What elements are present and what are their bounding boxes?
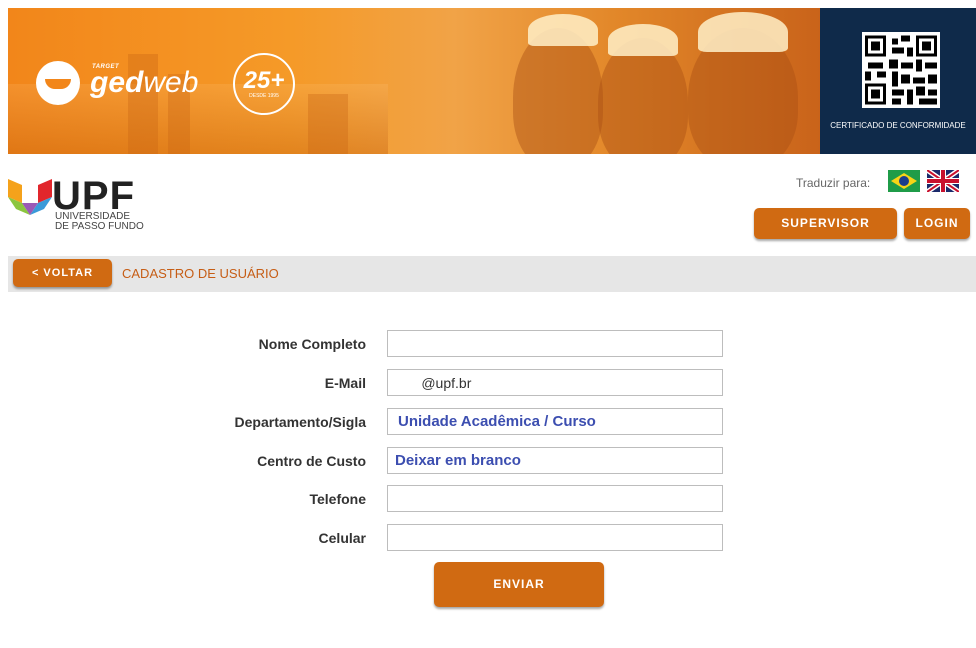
organization-subtitle-line2: DE PASSO FUNDO	[55, 221, 144, 232]
full-name-input[interactable]	[387, 330, 723, 357]
certificate-label: CERTIFICADO DE CONFORMIDADE	[830, 121, 966, 130]
certificate-panel[interactable]: CERTIFICADO DE CONFORMIDADE	[820, 8, 976, 154]
anniversary-seal: 25+ DESDE 1995	[233, 53, 295, 115]
email-label: E-Mail	[324, 375, 366, 391]
qr-code-icon[interactable]	[862, 32, 940, 108]
gedweb-logo-text: gedweb	[90, 66, 198, 100]
brazil-flag-icon[interactable]	[888, 170, 920, 192]
worker-image	[513, 28, 603, 154]
hardhat-shape	[608, 24, 678, 56]
hardhat-shape	[528, 14, 598, 46]
department-input[interactable]	[387, 408, 723, 435]
supervisor-button[interactable]: SUPERVISOR	[754, 208, 897, 239]
mobile-label: Celular	[318, 530, 366, 546]
brazil-flag-graphic	[888, 170, 920, 192]
cost-center-input[interactable]	[387, 447, 723, 474]
phone-label: Telefone	[309, 491, 366, 507]
uk-flag-graphic	[927, 170, 959, 192]
submit-button[interactable]: ENVIAR	[434, 562, 604, 607]
upf-logo-graphic	[8, 179, 52, 215]
login-button[interactable]: LOGIN	[904, 208, 970, 239]
upf-logo-icon	[8, 179, 52, 220]
full-name-label: Nome Completo	[258, 336, 366, 352]
gedweb-logo-icon	[36, 61, 80, 105]
building-shape	[308, 94, 348, 154]
page-title: CADASTRO DE USUÁRIO	[122, 266, 279, 281]
uk-flag-icon[interactable]	[927, 170, 959, 192]
cost-center-label: Centro de Custo	[257, 453, 366, 469]
brand-bold: ged	[90, 66, 144, 99]
qr-code-graphic	[865, 35, 937, 105]
organization-subtitle: UNIVERSIDADE DE PASSO FUNDO	[55, 212, 144, 232]
back-button[interactable]: < VOLTAR	[13, 259, 112, 287]
phone-input[interactable]	[387, 485, 723, 512]
organization-name: UPF	[52, 174, 135, 218]
anniversary-number: 25+	[243, 67, 285, 94]
department-label: Departamento/Sigla	[234, 414, 366, 430]
hardhat-shape	[698, 12, 788, 52]
translate-label: Traduzir para:	[796, 176, 871, 190]
mobile-input[interactable]	[387, 524, 723, 551]
email-input[interactable]	[387, 369, 723, 396]
brand-light: web	[143, 66, 199, 99]
